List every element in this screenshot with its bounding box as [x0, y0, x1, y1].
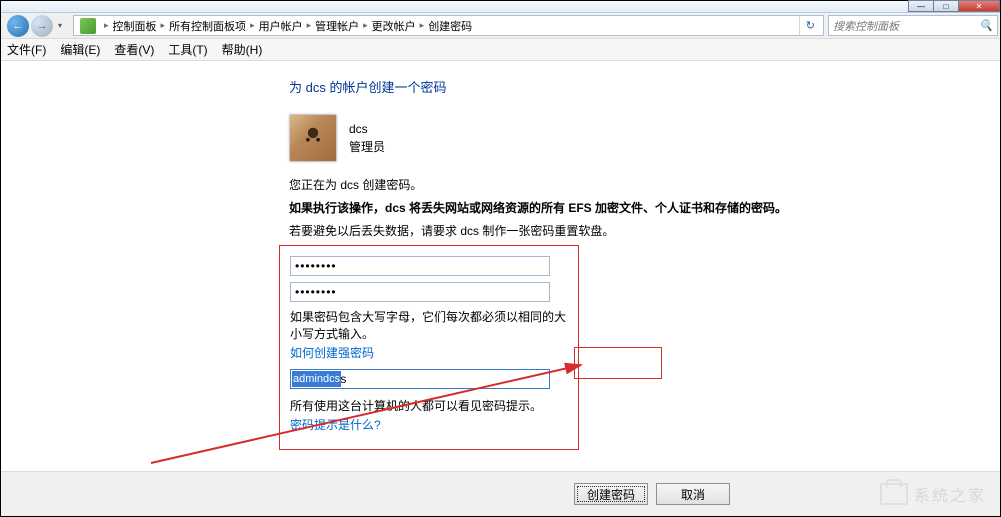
user-name: dcs — [349, 120, 385, 138]
annotation-redbox: 如果密码包含大写字母，它们每次都必须以相同的大小写方式输入。 如何创建强密码 a… — [279, 245, 579, 450]
what-is-hint-link[interactable]: 密码提示是什么? — [290, 416, 381, 433]
content-area: 为 dcs 的帐户创建一个密码 dcs 管理员 您正在为 dcs 创建密码。 如… — [1, 61, 1000, 473]
menu-bar: 文件(F) 编辑(E) 查看(V) 工具(T) 帮助(H) — [1, 39, 1000, 61]
creating-for-text: 您正在为 dcs 创建密码。 — [289, 176, 789, 193]
breadcrumb-item[interactable]: 用户帐户 — [259, 18, 303, 34]
minimize-button[interactable]: — — [908, 0, 934, 12]
breadcrumb-sep: ▸ — [104, 20, 109, 31]
search-box[interactable]: 搜索控制面板 🔍 — [828, 15, 998, 36]
breadcrumb-sep: ▸ — [250, 20, 255, 31]
breadcrumb-item[interactable]: 控制面板 — [113, 18, 157, 34]
create-password-button[interactable]: 创建密码 — [574, 483, 648, 505]
advice-text: 若要避免以后丢失数据，请要求 dcs 制作一张密码重置软盘。 — [289, 222, 789, 239]
search-icon[interactable]: 🔍 — [979, 19, 993, 32]
window-controls: — □ ✕ — [909, 0, 1000, 12]
menu-help[interactable]: 帮助(H) — [222, 41, 263, 58]
warning-text: 如果执行该操作，dcs 将丢失网站或网络资源的所有 EFS 加密文件、个人证书和… — [289, 199, 789, 216]
search-placeholder: 搜索控制面板 — [833, 18, 899, 34]
back-button[interactable]: ← — [7, 15, 29, 37]
password-hint-input[interactable] — [290, 369, 550, 389]
user-role: 管理员 — [349, 138, 385, 156]
close-button[interactable]: ✕ — [958, 0, 1000, 12]
menu-view[interactable]: 查看(V) — [114, 41, 154, 58]
forward-button[interactable]: → — [31, 15, 53, 37]
nav-arrows: ← → ▾ — [1, 13, 71, 38]
address-bar[interactable]: ▸ 控制面板 ▸ 所有控制面板项 ▸ 用户帐户 ▸ 管理帐户 ▸ 更改帐户 ▸ … — [73, 15, 824, 36]
breadcrumb-item[interactable]: 所有控制面板项 — [169, 18, 246, 34]
menu-edit[interactable]: 编辑(E) — [60, 41, 100, 58]
strong-password-link[interactable]: 如何创建强密码 — [290, 344, 374, 361]
nav-history-dropdown[interactable]: ▾ — [55, 21, 65, 30]
menu-file[interactable]: 文件(F) — [7, 41, 46, 58]
breadcrumb-sep: ▸ — [420, 20, 425, 31]
breadcrumb-item[interactable]: 创建密码 — [428, 18, 472, 34]
maximize-button[interactable]: □ — [933, 0, 959, 12]
page-title: 为 dcs 的帐户创建一个密码 — [289, 77, 789, 96]
menu-tools[interactable]: 工具(T) — [168, 41, 207, 58]
password-input[interactable] — [290, 256, 550, 276]
breadcrumb-sep: ▸ — [307, 20, 312, 31]
breadcrumb-sep: ▸ — [363, 20, 368, 31]
footer-bar: 创建密码 取消 — [1, 471, 1000, 516]
avatar — [289, 114, 337, 162]
password-confirm-input[interactable] — [290, 282, 550, 302]
hint-visible-note: 所有使用这台计算机的人都可以看见密码提示。 — [290, 397, 568, 414]
user-block: dcs 管理员 — [289, 114, 789, 162]
titlebar: — □ ✕ — [1, 1, 1000, 13]
hint-wrapper: admindcs — [290, 369, 550, 393]
watermark: 系统之家 — [880, 482, 986, 506]
cancel-button[interactable]: 取消 — [656, 483, 730, 505]
control-panel-icon — [80, 18, 96, 34]
case-note: 如果密码包含大写字母，它们每次都必须以相同的大小写方式输入。 — [290, 308, 568, 342]
watermark-icon — [880, 483, 908, 505]
nav-row: ← → ▾ ▸ 控制面板 ▸ 所有控制面板项 ▸ 用户帐户 ▸ 管理帐户 ▸ 更… — [1, 13, 1000, 39]
refresh-button[interactable]: ↻ — [799, 16, 821, 35]
watermark-text: 系统之家 — [914, 482, 986, 506]
breadcrumb-sep: ▸ — [161, 20, 166, 31]
breadcrumb-item[interactable]: 更改帐户 — [372, 18, 416, 34]
breadcrumb-item[interactable]: 管理帐户 — [315, 18, 359, 34]
